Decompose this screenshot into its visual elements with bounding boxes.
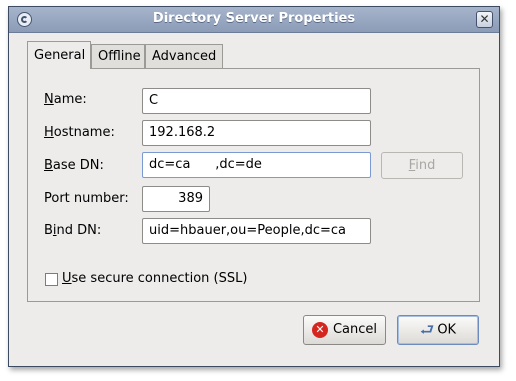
general-tab-panel bbox=[27, 68, 480, 302]
tab-offline[interactable]: Offline bbox=[91, 44, 145, 68]
close-window-button[interactable]: ✕ bbox=[476, 11, 493, 28]
window-title: Directory Server Properties bbox=[152, 11, 356, 26]
title-bar: Directory Server Properties ✕ bbox=[9, 7, 499, 33]
cancel-button[interactable]: ✕ Cancel bbox=[303, 315, 386, 345]
cancel-icon: ✕ bbox=[311, 321, 328, 338]
tab-advanced[interactable]: Advanced bbox=[145, 44, 223, 68]
close-icon: ✕ bbox=[479, 12, 490, 26]
tab-general[interactable]: General bbox=[27, 41, 91, 69]
ok-button[interactable]: ⮐ OK bbox=[397, 315, 479, 345]
return-arrow-icon: ⮐ bbox=[419, 320, 435, 339]
